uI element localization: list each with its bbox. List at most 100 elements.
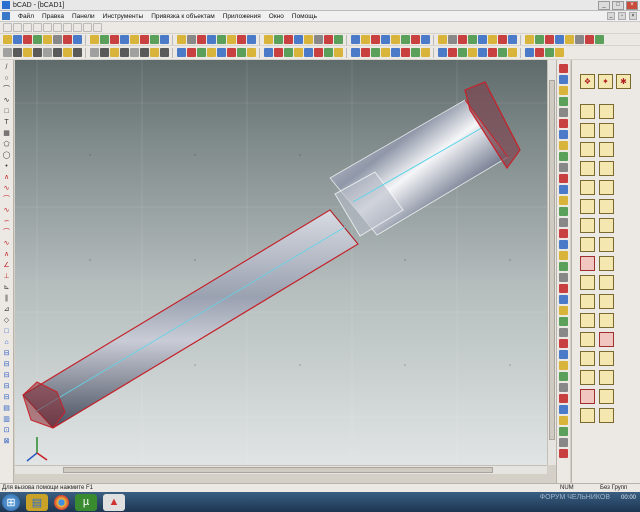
toolbar-button-42[interactable] [458,35,467,44]
modify-tool-7[interactable] [559,141,568,150]
object-tool-18[interactable] [580,275,595,290]
toolbar-button-20[interactable] [217,35,226,44]
toolbar-button-39[interactable] [421,35,430,44]
menu-file[interactable]: Файл [14,13,38,20]
toolbar-button-44[interactable] [478,35,487,44]
modify-tool-11[interactable] [559,185,568,194]
toolbar-button-28[interactable] [304,35,313,44]
object-tool-20[interactable] [580,294,595,309]
view-toolbar-button-13[interactable] [140,48,149,57]
view-toolbar-button-30[interactable] [324,48,333,57]
toolbar-button-32[interactable] [351,35,360,44]
object-tool-32[interactable] [580,408,595,423]
modify-tool-13[interactable] [559,207,568,216]
draw-tool-25[interactable]: ⌂ [2,338,11,347]
toolbar-button-50[interactable] [545,35,554,44]
object-tool-15[interactable] [599,237,614,252]
object-tool-0[interactable] [580,104,595,119]
object-tool-29[interactable] [599,370,614,385]
toolbar-button-29[interactable] [314,35,323,44]
toolbar-button-12[interactable] [130,35,139,44]
draw-tool-4[interactable]: □ [2,107,11,116]
view-toolbar-button-33[interactable] [361,48,370,57]
modify-tool-1[interactable] [559,75,568,84]
chrome-taskbar-icon[interactable] [54,494,69,510]
toolbar-button-9[interactable] [100,35,109,44]
draw-tool-22[interactable]: ⊿ [2,305,11,314]
maximize-button[interactable]: □ [612,1,624,10]
wizard-icon[interactable]: ✦ [598,74,613,89]
object-tool-10[interactable] [580,199,595,214]
object-tool-4[interactable] [580,142,595,157]
view-toolbar-button-37[interactable] [401,48,410,57]
view-toolbar-button-34[interactable] [371,48,380,57]
view-toolbar-button-9[interactable] [100,48,109,57]
object-tool-30[interactable] [580,389,595,404]
modify-tool-28[interactable] [559,372,568,381]
modify-tool-35[interactable] [559,449,568,458]
object-tool-7[interactable] [599,161,614,176]
object-tool-27[interactable] [599,351,614,366]
vertical-scroll-thumb[interactable] [549,80,555,440]
object-tool-23[interactable] [599,313,614,328]
view-toolbar-button-44[interactable] [478,48,487,57]
toolbar-button-18[interactable] [197,35,206,44]
draw-tool-14[interactable]: ∽ [2,217,11,226]
toolbar-button-31[interactable] [334,35,343,44]
toolbar-button-36[interactable] [391,35,400,44]
view-toolbar-button-31[interactable] [334,48,343,57]
toolbar-button-10[interactable] [110,35,119,44]
toolbar-button-37[interactable] [401,35,410,44]
toolbar-button-43[interactable] [468,35,477,44]
modify-tool-30[interactable] [559,394,568,403]
doc-restore-button[interactable]: ▫ [618,12,626,20]
modify-tool-9[interactable] [559,163,568,172]
draw-tool-30[interactable]: ⊟ [2,393,11,402]
modify-tool-22[interactable] [559,306,568,315]
view-toolbar-button-35[interactable] [381,48,390,57]
view-toolbar-button-29[interactable] [314,48,323,57]
modify-tool-2[interactable] [559,86,568,95]
modify-tool-12[interactable] [559,196,568,205]
modify-tool-17[interactable] [559,251,568,260]
toolbar-button-1[interactable] [13,35,22,44]
modify-tool-4[interactable] [559,108,568,117]
toolbar-button-52[interactable] [565,35,574,44]
modify-tool-20[interactable] [559,284,568,293]
toolbar-button-35[interactable] [381,35,390,44]
draw-tool-24[interactable]: □ [2,327,11,336]
draw-tool-9[interactable]: • [2,162,11,171]
view-toolbar-button-50[interactable] [545,48,554,57]
modify-tool-25[interactable] [559,339,568,348]
draw-tool-8[interactable]: ◯ [2,151,11,160]
object-tool-8[interactable] [580,180,595,195]
toolbar-button-54[interactable] [585,35,594,44]
close-button[interactable]: × [626,1,638,10]
toolbar-button-38[interactable] [411,35,420,44]
draw-tool-21[interactable]: ∥ [2,294,11,303]
minimize-button[interactable]: _ [598,1,610,10]
modify-tool-15[interactable] [559,229,568,238]
draw-tool-27[interactable]: ⊟ [2,360,11,369]
toolbar-button-34[interactable] [371,35,380,44]
view-toolbar-button-4[interactable] [43,48,52,57]
toolbar-button-27[interactable] [294,35,303,44]
toolbar-button-2[interactable] [23,35,32,44]
object-tool-26[interactable] [580,351,595,366]
view-toolbar-button-40[interactable] [438,48,447,57]
object-tool-25[interactable] [599,332,614,347]
view-toolbar-button-20[interactable] [217,48,226,57]
modify-tool-23[interactable] [559,317,568,326]
view-toolbar-button-19[interactable] [207,48,216,57]
object-tool-11[interactable] [599,199,614,214]
draw-tool-18[interactable]: ∠ [2,261,11,270]
view-toolbar-button-45[interactable] [488,48,497,57]
toolbar-button-5[interactable] [53,35,62,44]
draw-tool-3[interactable]: ∿ [2,96,11,105]
modify-tool-33[interactable] [559,427,568,436]
draw-tool-13[interactable]: ∿ [2,206,11,215]
menu-edit[interactable]: Правка [38,13,68,20]
view-toolbar-button-10[interactable] [110,48,119,57]
doc-close-button[interactable]: × [629,12,637,20]
draw-tool-33[interactable]: ⊡ [2,426,11,435]
